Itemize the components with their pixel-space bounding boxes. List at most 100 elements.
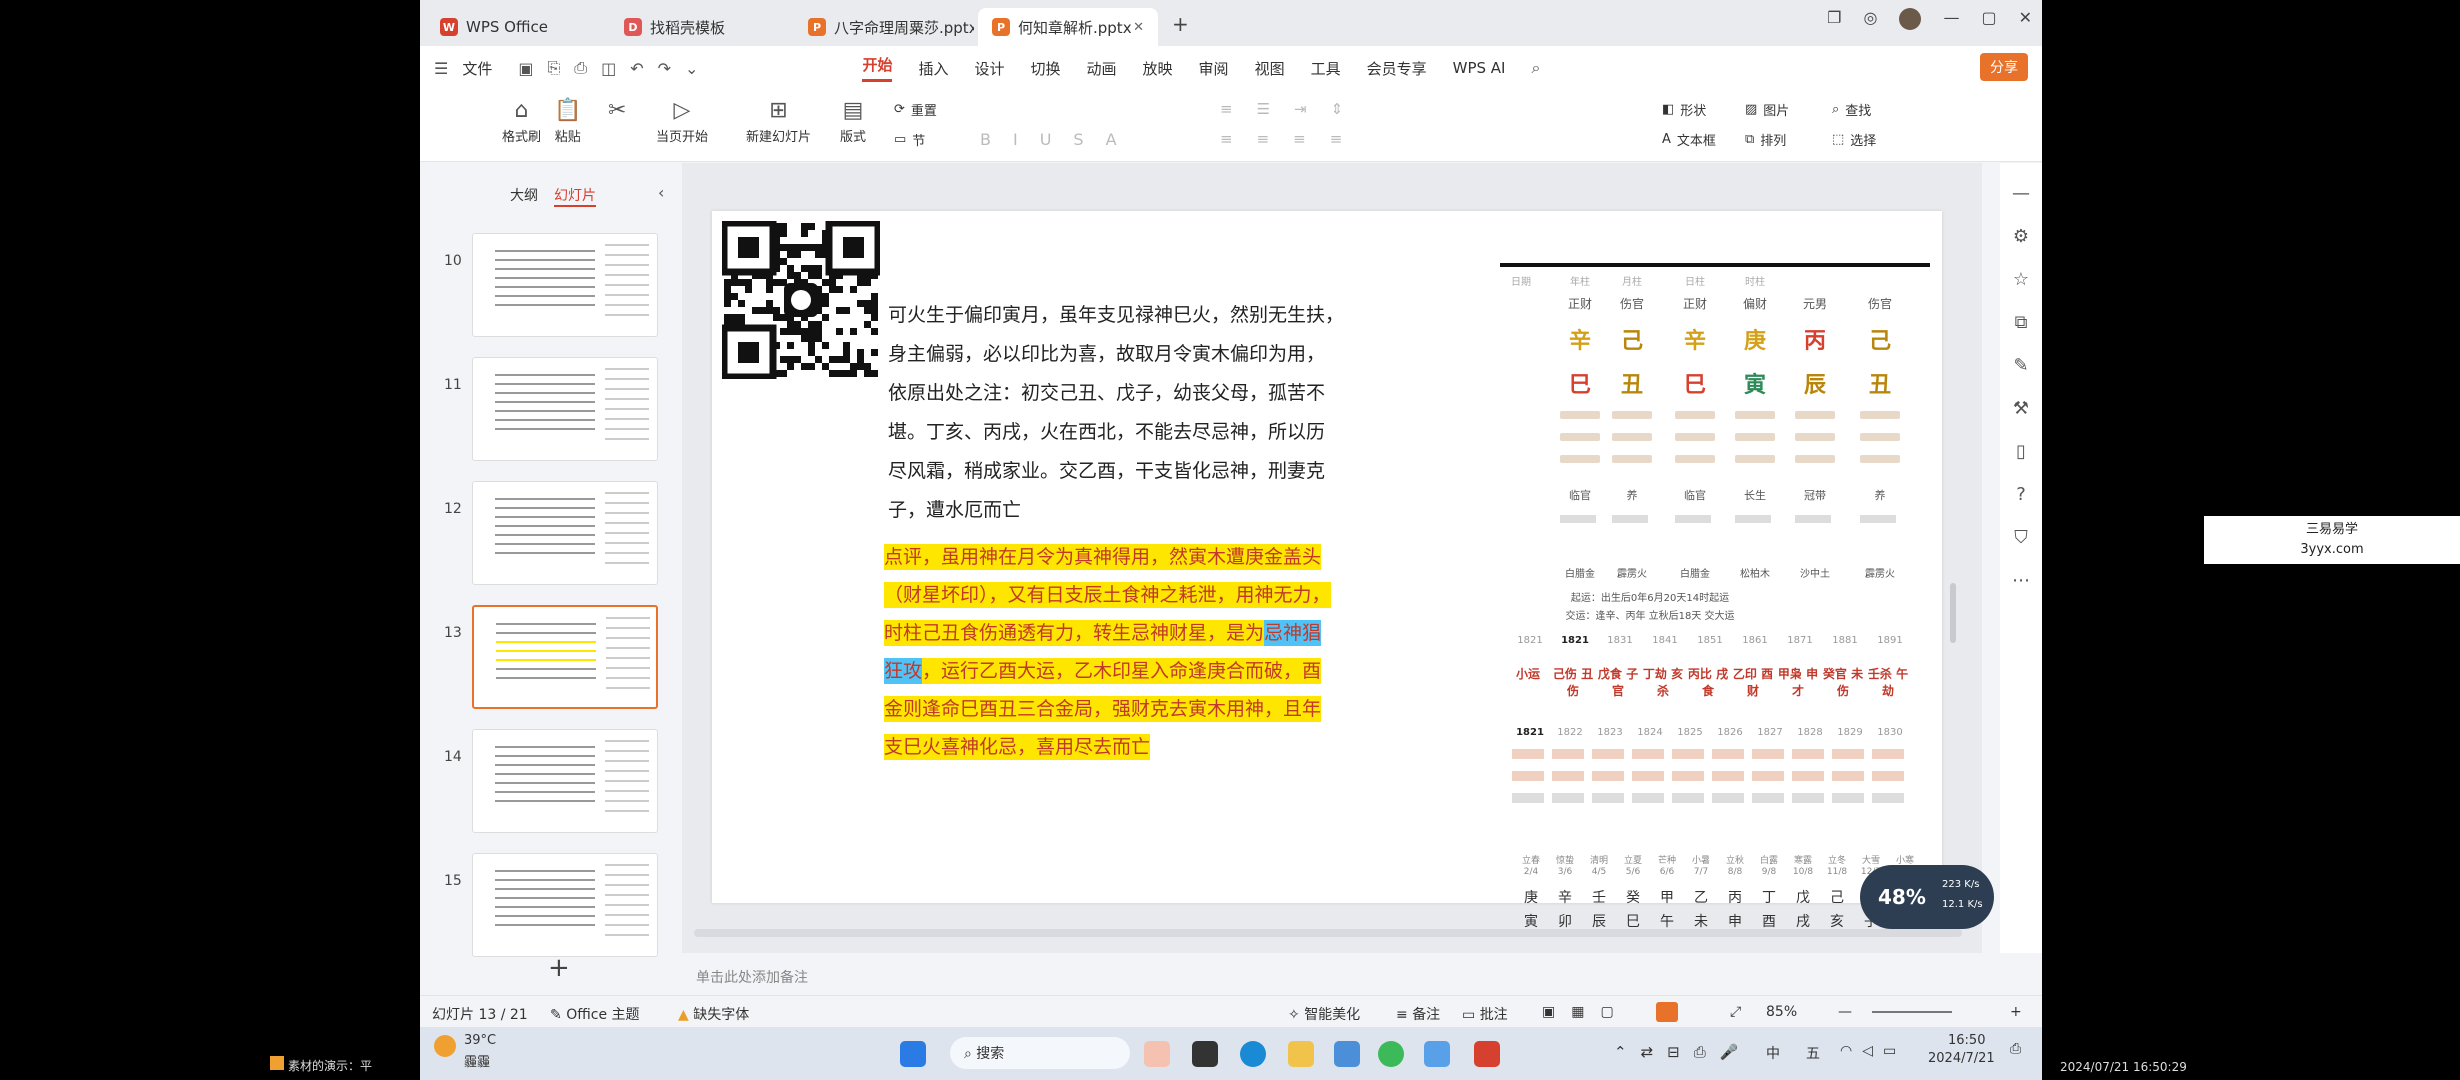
close-icon[interactable]: ✕ [2019, 8, 2032, 30]
ime-mode[interactable]: 中 [1766, 1043, 1780, 1063]
justify-icon[interactable]: ≡ [1330, 130, 1343, 148]
comment-button[interactable]: ▭ 批注 [1462, 1004, 1508, 1024]
align-left-icon[interactable]: ≡ [1220, 130, 1233, 148]
network-volume-icons[interactable]: ◠◁▭ [1840, 1043, 1906, 1059]
meeting-icon[interactable] [1424, 1041, 1450, 1067]
maximize-icon[interactable]: ▢ [1981, 8, 1996, 30]
slide-thumbnail[interactable] [472, 233, 658, 337]
tray-icons[interactable]: ⌃⇄⊟⎙🎤 [1614, 1043, 1752, 1061]
ime-scheme[interactable]: 五 [1806, 1043, 1820, 1063]
window-restore-icon[interactable]: ❐ [1827, 8, 1841, 30]
star-icon[interactable]: ☆ [2013, 269, 2029, 290]
shirt-icon[interactable]: ⛉ [2014, 527, 2028, 548]
help-icon[interactable]: ? [2016, 484, 2026, 505]
strike-icon[interactable]: S [1073, 130, 1083, 149]
minimize-icon[interactable]: — [1943, 8, 1959, 30]
menu-slideshow[interactable]: 放映 [1143, 58, 1173, 79]
select-button[interactable]: ⬚ 选择 [1832, 130, 1876, 149]
tab-slides[interactable]: 幻灯片 [554, 185, 596, 207]
taskview-icon[interactable] [1192, 1041, 1218, 1067]
notes-button[interactable]: ≡ 备注 [1396, 1004, 1440, 1024]
line-spacing-icon[interactable]: ⇕ [1331, 100, 1344, 118]
slide-thumbnail[interactable] [472, 481, 658, 585]
align-right-icon[interactable]: ≡ [1293, 130, 1306, 148]
slide-highlight-text[interactable]: 点评，虽用神在月令为真神得用，然寅木遭庚金盖头 （财星坏印），又有日支辰土食神之耗… [884, 538, 1484, 766]
zoom-slider[interactable] [1872, 1011, 1952, 1013]
picture-button[interactable]: ▨ 图片 [1745, 100, 1789, 119]
skin-icon[interactable]: ◎ [1864, 8, 1878, 30]
avatar[interactable] [1899, 8, 1922, 30]
tab-wps-office[interactable]: W WPS Office [426, 8, 606, 46]
book-icon[interactable]: ▯ [2016, 441, 2026, 462]
align-center-icon[interactable]: ≡ [1257, 130, 1270, 148]
slide-thumbnail[interactable] [472, 357, 658, 461]
settings-icon[interactable]: ⚙ [2013, 226, 2029, 247]
zoom-in-icon[interactable]: + [2010, 1004, 2022, 1020]
notes-area[interactable]: 单击此处添加备注 [682, 953, 2000, 995]
textbox-button[interactable]: A 文本框 [1662, 130, 1716, 149]
cut-button[interactable]: ✂ [608, 96, 626, 126]
add-slide-button[interactable]: + [548, 953, 570, 983]
edit-icon[interactable]: ✎ [2013, 355, 2028, 376]
undo-icon[interactable]: ↶ [630, 59, 643, 78]
weather-icon[interactable] [434, 1035, 456, 1057]
tab-outline[interactable]: 大纲 [510, 185, 538, 207]
slide-thumbnail[interactable] [472, 853, 658, 957]
arrange-button[interactable]: ⧉ 排列 [1745, 130, 1786, 149]
menu-member[interactable]: 会员专享 [1367, 58, 1427, 79]
menu-transition[interactable]: 切换 [1031, 58, 1061, 79]
menu-file[interactable]: 文件 [462, 58, 492, 79]
view-buttons[interactable]: ▣▦▢ [1542, 1004, 1630, 1020]
menu-review[interactable]: 审阅 [1199, 58, 1229, 79]
preview-icon[interactable]: ◫ [601, 59, 616, 78]
menu-design[interactable]: 设计 [974, 58, 1004, 79]
menu-tools[interactable]: 工具 [1311, 58, 1341, 79]
notification-icon[interactable]: ⎙ [2010, 1041, 2021, 1057]
start-from-current-button[interactable]: ▷ 当页开始 [656, 96, 708, 145]
export-icon[interactable]: ⎘ [547, 58, 560, 78]
close-tab-icon[interactable]: ✕ [1133, 20, 1144, 35]
format-painter-button[interactable]: ⌂ 格式刷 [502, 96, 541, 145]
edge-icon[interactable] [1240, 1041, 1266, 1067]
underline-icon[interactable]: U [1040, 130, 1052, 149]
theme-button[interactable]: ✎ Office 主题 [550, 1004, 640, 1024]
more-icon[interactable]: ⋯ [2012, 570, 2030, 591]
paste-button[interactable]: 📋 粘贴 [554, 96, 581, 145]
layout-button[interactable]: ▤ 版式 [840, 96, 866, 145]
folder-icon[interactable] [1288, 1041, 1314, 1067]
hamburger-icon[interactable]: ☰ [434, 59, 448, 78]
app-icon[interactable] [1144, 1041, 1170, 1067]
search-icon[interactable]: ⌕ [1531, 58, 1540, 78]
collapse-icon[interactable]: ‹ [658, 183, 664, 202]
windows-start-icon[interactable] [900, 1041, 926, 1067]
redo-icon[interactable]: ↷ [658, 59, 671, 78]
play-button[interactable] [1656, 1002, 1678, 1022]
section-button[interactable]: ▭ 节 [894, 130, 925, 149]
slide-thumbnail[interactable] [472, 605, 658, 709]
mail-icon[interactable] [1334, 1041, 1360, 1067]
slide[interactable]: 可火生于偏印寅月，虽年支见禄神巳火，然别无生扶， 身主偏弱，必以印比为喜，故取月令… [712, 211, 1942, 930]
share-button[interactable]: 分享 [1980, 53, 2028, 81]
new-slide-button[interactable]: ⊞ 新建幻灯片 [746, 96, 811, 145]
indent-icon[interactable]: ⇥ [1294, 100, 1307, 118]
tools-icon[interactable]: ⚒ [2013, 398, 2029, 419]
font-color-icon[interactable]: A [1106, 130, 1117, 149]
find-button[interactable]: ⌕ 查找 [1832, 100, 1871, 119]
taskbar-search[interactable]: ⌕ 搜索 [950, 1037, 1130, 1069]
shape-button[interactable]: ◧ 形状 [1662, 100, 1706, 119]
reset-button[interactable]: ⟳ 重置 [894, 100, 937, 119]
menu-wps-ai[interactable]: WPS AI [1453, 59, 1506, 77]
slide-thumbnail[interactable] [472, 729, 658, 833]
tab-bazi-pptx[interactable]: P 八字命理周粟莎.pptx [794, 8, 974, 46]
minus-icon[interactable]: — [2012, 183, 2030, 204]
fit-icon[interactable]: ⤢ [1730, 1004, 1741, 1020]
italic-icon[interactable]: I [1013, 130, 1018, 149]
vertical-scrollbar[interactable] [1950, 583, 1956, 643]
menu-insert[interactable]: 插入 [918, 58, 948, 79]
save-icon[interactable]: ▣ [518, 59, 533, 78]
menu-view[interactable]: 视图 [1255, 58, 1285, 79]
list-icon[interactable]: ≡ [1220, 100, 1233, 118]
slide-main-text[interactable]: 可火生于偏印寅月，虽年支见禄神巳火，然别无生扶， 身主偏弱，必以印比为喜，故取月令… [888, 296, 1488, 530]
print-icon[interactable]: ⎙ [574, 58, 587, 78]
chevron-down-icon[interactable]: ⌄ [685, 59, 698, 78]
